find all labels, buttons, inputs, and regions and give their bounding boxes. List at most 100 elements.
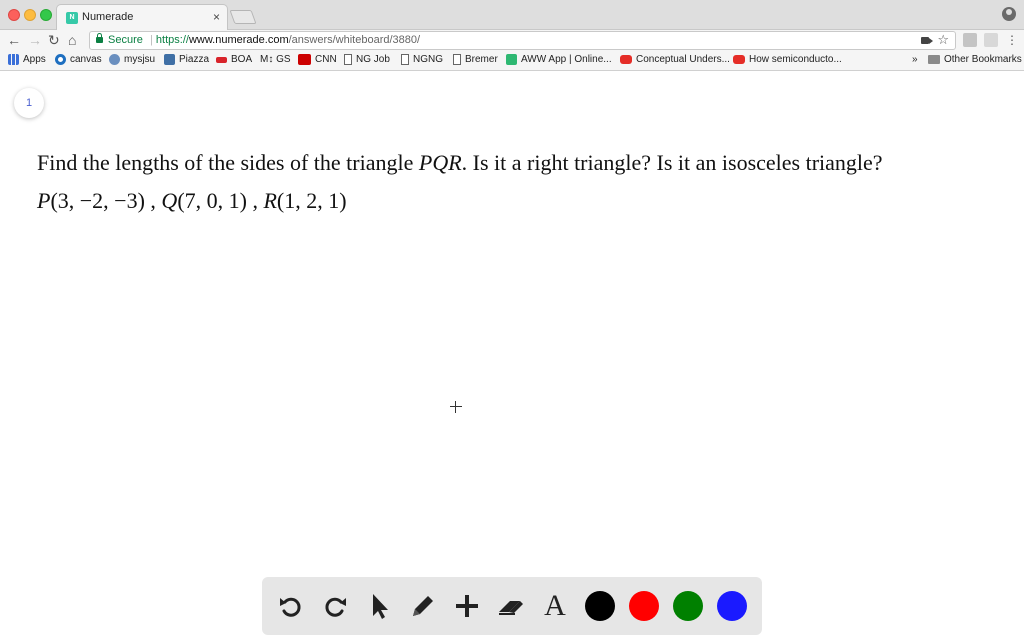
- color-swatch-red[interactable]: [629, 591, 659, 621]
- youtube-icon: [620, 55, 632, 64]
- bookmark-star-icon[interactable]: ☆: [937, 32, 949, 48]
- bookmark-other[interactable]: Other Bookmarks: [928, 54, 1022, 65]
- undo-icon: [280, 597, 301, 617]
- reload-button[interactable]: ↻: [48, 32, 60, 48]
- url-scheme: https://: [155, 34, 189, 46]
- bookmarks-overflow-button[interactable]: »: [912, 54, 918, 65]
- boa-icon: [216, 56, 227, 63]
- bookmark-label: NG Job: [356, 54, 390, 65]
- bookmark-cnn[interactable]: CNN: [298, 54, 337, 65]
- bookmark-label: Other Bookmarks: [944, 54, 1022, 65]
- bookmark-ngng[interactable]: NGNG: [401, 54, 443, 65]
- color-swatch-blue[interactable]: [717, 591, 747, 621]
- bookmark-label: BOA: [231, 54, 253, 65]
- mysjsu-icon: [109, 54, 120, 65]
- cnn-icon: [298, 54, 311, 65]
- select-tool-button[interactable]: [361, 588, 397, 624]
- tab-numerade[interactable]: N Numerade ×: [56, 4, 228, 31]
- bookmark-label: AWW App | Online...: [521, 54, 612, 65]
- window-maximize-button[interactable]: [40, 9, 52, 21]
- text-tool-icon: A: [544, 589, 566, 622]
- bookmark-label: mysjsu: [124, 54, 156, 65]
- bookmark-label: Piazza: [179, 54, 210, 65]
- redo-button[interactable]: [317, 588, 353, 624]
- youtube-icon: [733, 55, 745, 64]
- point-separator: ,: [144, 188, 162, 213]
- triangle-name: PQR: [418, 150, 462, 175]
- aww-icon: [506, 54, 517, 65]
- extension-icon[interactable]: [984, 33, 998, 47]
- bookmark-ng-job[interactable]: NG Job: [344, 54, 390, 65]
- page-number-badge[interactable]: 1: [14, 88, 44, 118]
- window-minimize-button[interactable]: [24, 9, 36, 21]
- bookmark-conceptual[interactable]: Conceptual Unders...: [620, 54, 730, 65]
- page-icon: [344, 54, 352, 65]
- lock-icon: [96, 33, 103, 43]
- bookmark-aww-app[interactable]: AWW App | Online...: [506, 54, 612, 65]
- points-line: P(3, −2, −3) , Q(7, 0, 1) , R(1, 2, 1): [37, 188, 347, 214]
- profile-icon[interactable]: [1002, 7, 1016, 21]
- drawing-toolbar: A: [262, 577, 762, 635]
- eraser-icon: [499, 601, 523, 615]
- folder-icon: [928, 55, 940, 64]
- page-icon: [401, 54, 409, 65]
- url-path: /answers/whiteboard/3880/: [288, 34, 421, 46]
- tab-close-icon[interactable]: ×: [213, 10, 220, 24]
- bookmark-label: canvas: [70, 54, 102, 65]
- bookmark-bremer[interactable]: Bremer: [453, 54, 498, 65]
- secure-label: Secure: [108, 34, 143, 46]
- point-coords: (3, −2, −3): [50, 188, 145, 213]
- pencil-icon: [413, 596, 433, 616]
- point-name: Q: [161, 188, 178, 213]
- camera-icon[interactable]: [921, 37, 933, 44]
- question-part: Find the lengths of the sides of the tri…: [37, 150, 419, 175]
- browser-toolbar: ← → ↻ ⌂ Secure | https://www.numerade.co…: [0, 30, 1024, 51]
- bookmark-label: NGNG: [413, 54, 443, 65]
- extension-icon[interactable]: [963, 33, 977, 47]
- numerade-favicon-icon: N: [66, 12, 78, 24]
- forward-button[interactable]: →: [28, 32, 42, 48]
- eraser-tool-button[interactable]: [493, 588, 529, 624]
- window-close-button[interactable]: [8, 9, 20, 21]
- bookmark-semiconductor[interactable]: How semiconducto...: [733, 54, 842, 65]
- add-button[interactable]: [449, 588, 485, 624]
- color-swatch-black[interactable]: [585, 591, 615, 621]
- bookmark-mysjsu[interactable]: mysjsu: [109, 54, 155, 65]
- piazza-icon: [164, 54, 175, 65]
- select-arrow-icon: [373, 594, 388, 619]
- redo-icon: [325, 597, 346, 617]
- bookmark-piazza[interactable]: Piazza: [164, 54, 209, 65]
- bookmark-gs[interactable]: M↕ GS: [260, 54, 291, 65]
- bookmark-label: M↕ GS: [260, 54, 291, 65]
- color-swatch-green[interactable]: [673, 591, 703, 621]
- add-plus-icon: [456, 595, 478, 617]
- bookmark-boa[interactable]: BOA: [216, 54, 252, 65]
- url-text[interactable]: | https://www.numerade.com/answers/white…: [150, 34, 420, 46]
- undo-button[interactable]: [273, 588, 309, 624]
- question-text: Find the lengths of the sides of the tri…: [37, 150, 883, 176]
- page-icon: [453, 54, 461, 65]
- back-button[interactable]: ←: [7, 32, 21, 48]
- menu-dots-icon[interactable]: ⋮: [1006, 32, 1018, 48]
- text-tool-button[interactable]: A: [537, 588, 573, 624]
- question-part: . Is it a right triangle? Is it an isosc…: [461, 150, 883, 175]
- point-separator: ,: [246, 188, 264, 213]
- url-host: www.numerade.com: [188, 34, 289, 46]
- bookmarks-bar: Apps canvas mysjsu Piazza BOA M↕ GS CNN …: [0, 51, 1024, 71]
- pencil-tool-button[interactable]: [405, 588, 441, 624]
- tab-title: Numerade: [82, 11, 134, 23]
- bookmark-canvas[interactable]: canvas: [55, 54, 102, 65]
- apps-icon: [8, 54, 19, 65]
- point-coords: (7, 0, 1): [177, 188, 247, 213]
- new-tab-button[interactable]: [229, 10, 257, 24]
- point-coords: (1, 2, 1): [276, 188, 347, 213]
- bookmark-apps[interactable]: Apps: [8, 54, 46, 65]
- bookmark-label: Apps: [23, 54, 46, 65]
- crosshair-cursor-icon: [450, 401, 462, 413]
- address-bar[interactable]: Secure | https://www.numerade.com/answer…: [89, 31, 956, 50]
- home-button[interactable]: ⌂: [68, 32, 76, 48]
- bookmark-label: Bremer: [465, 54, 498, 65]
- bookmark-label: Conceptual Unders...: [636, 54, 730, 65]
- whiteboard-canvas[interactable]: 1 Find the lengths of the sides of the t…: [0, 72, 1024, 642]
- point-name: R: [263, 188, 277, 213]
